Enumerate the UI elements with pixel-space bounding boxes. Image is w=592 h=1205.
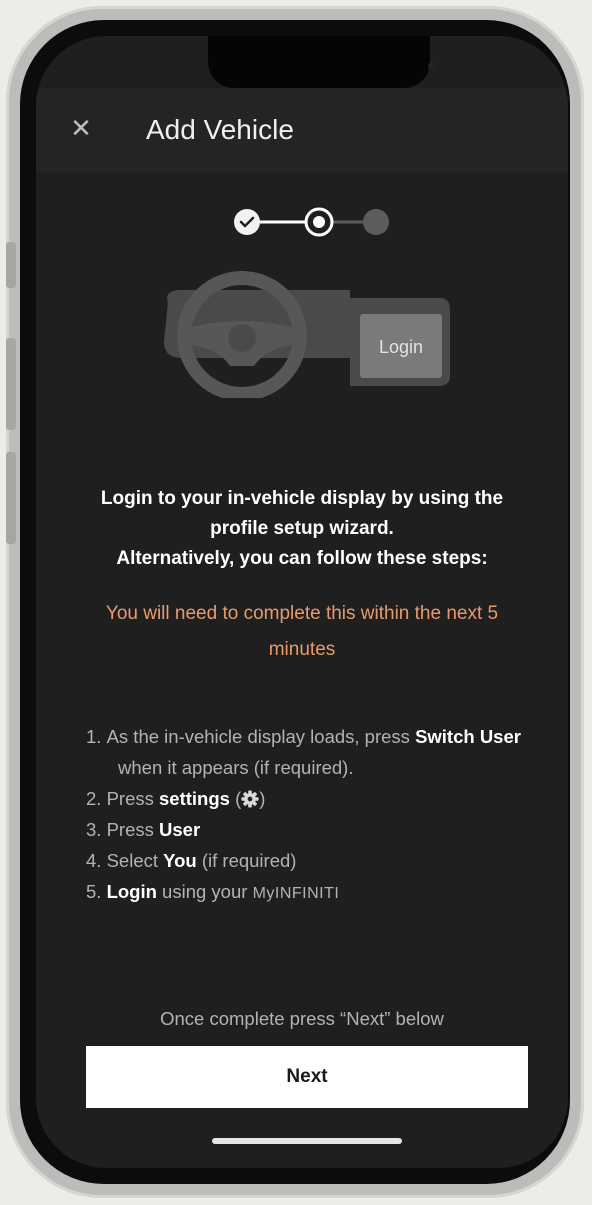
close-icon: ✕ bbox=[70, 114, 92, 144]
phone-volume-up-button bbox=[6, 338, 16, 430]
instruction-steps: 1. As the in-vehicle display loads, pres… bbox=[86, 721, 526, 909]
brand-name: MyINFINITI bbox=[252, 885, 340, 902]
dashboard-illustration: Login bbox=[164, 271, 450, 398]
step-item: 5. Login using your MyINFINITI bbox=[86, 876, 526, 909]
close-button[interactable]: ✕ bbox=[66, 114, 96, 144]
gear-icon bbox=[241, 790, 259, 808]
intro-text: Login to your in-vehicle display by usin… bbox=[56, 484, 548, 574]
step-number: 1. bbox=[86, 726, 102, 747]
step-item: 3. Press User bbox=[86, 814, 526, 845]
step-bold-text: User bbox=[159, 819, 201, 840]
intro-line: Login to your in-vehicle display by usin… bbox=[100, 488, 504, 509]
phone-volume-down-button bbox=[6, 452, 16, 544]
page-title: Add Vehicle bbox=[146, 114, 294, 145]
step-text: Select bbox=[106, 850, 164, 871]
step-number: 4. bbox=[86, 850, 102, 871]
step-bold-text: You bbox=[163, 850, 197, 871]
step-text: using your bbox=[156, 881, 253, 902]
step-text: Press bbox=[106, 819, 160, 840]
step-text: Press bbox=[106, 788, 160, 809]
phone-side-button bbox=[6, 242, 16, 288]
step-item: 1. As the in-vehicle display loads, pres… bbox=[86, 721, 526, 783]
app-screen: ✕ Add Vehicle Login Login to your in-veh… bbox=[36, 36, 568, 1168]
step-3-pending-icon bbox=[363, 209, 389, 235]
in-vehicle-display: Login bbox=[360, 314, 442, 378]
step-2-current-icon bbox=[304, 207, 334, 237]
intro-line: profile setup wizard. bbox=[210, 518, 394, 539]
step-bold-text: Switch User bbox=[415, 726, 521, 747]
step-1-completed-icon bbox=[234, 209, 260, 235]
step-item: 2. Press settings ( ) bbox=[86, 783, 526, 814]
step-text: (if required) bbox=[196, 850, 297, 871]
step-bold-text: Login bbox=[106, 881, 157, 902]
phone-frame: ✕ Add Vehicle Login Login to your in-veh… bbox=[6, 6, 584, 1198]
step-number: 5. bbox=[86, 881, 102, 902]
app-header: ✕ Add Vehicle bbox=[36, 88, 568, 172]
notch bbox=[208, 36, 436, 88]
step-item: 4. Select You (if required) bbox=[86, 845, 526, 876]
step-text: ) bbox=[259, 788, 266, 809]
intro-line: Alternatively, you can follow these step… bbox=[116, 548, 488, 569]
home-indicator[interactable] bbox=[212, 1138, 402, 1144]
display-login-label: Login bbox=[379, 337, 423, 357]
step-number: 2. bbox=[86, 788, 102, 809]
step-text: As the in-vehicle display loads, press bbox=[106, 726, 416, 747]
step-text: when it appears (if required). bbox=[118, 757, 354, 778]
next-button[interactable]: Next bbox=[86, 1046, 528, 1108]
front-camera bbox=[428, 62, 436, 70]
step-number: 3. bbox=[86, 819, 102, 840]
time-limit-warning: You will need to complete this within th… bbox=[105, 603, 499, 660]
progress-stepper bbox=[234, 207, 389, 237]
footer-note: Once complete press “Next” below bbox=[160, 1008, 444, 1029]
step-bold-text: settings bbox=[159, 788, 230, 809]
step-text: ( bbox=[229, 788, 242, 809]
